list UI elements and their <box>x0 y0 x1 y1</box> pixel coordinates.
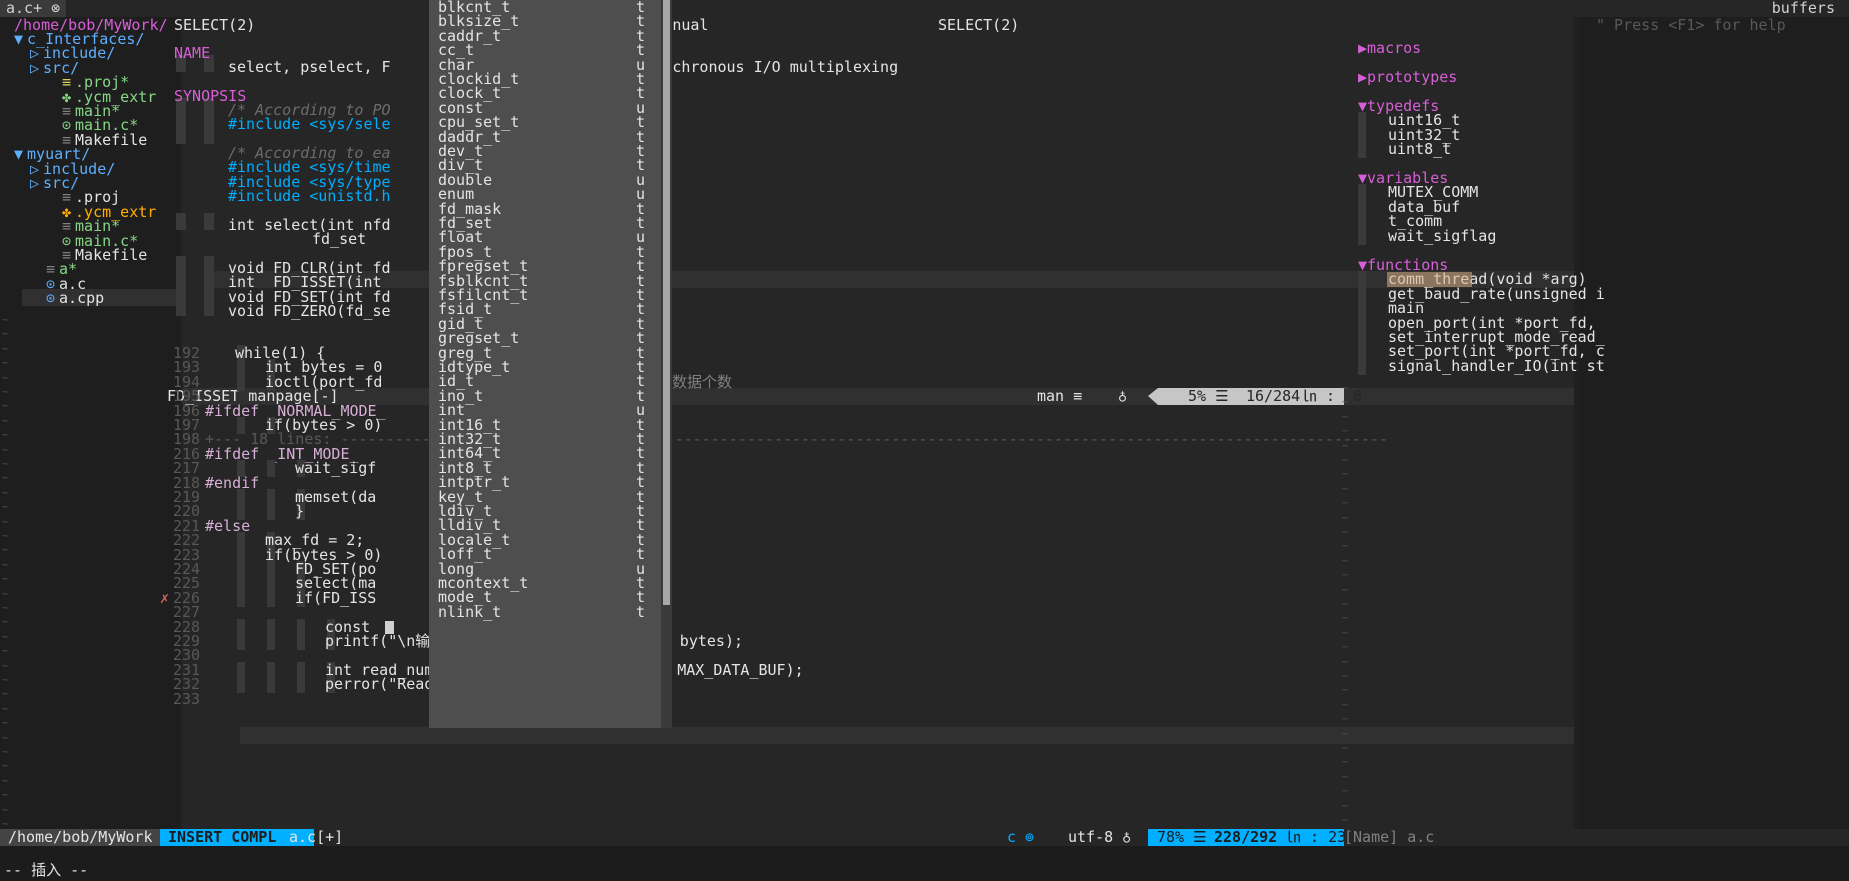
mode-label: INSERT COMPL <box>168 828 277 846</box>
indent-guide <box>237 373 245 391</box>
tagbar-status: [Name] a.c <box>1344 828 1435 846</box>
status-cwd: /home/bob/MyWork <box>8 828 153 846</box>
node-label: a.cpp <box>59 289 105 308</box>
line-number: 233 <box>173 689 201 708</box>
main-statusline: /home/bob/MyWork INSERT COMPL a.c[+] c ⊚… <box>0 829 1849 846</box>
tagbar-item[interactable]: wait_sigflag <box>1388 227 1496 245</box>
code-line[interactable]: +--- 18 lines: -------------------------… <box>205 431 1388 448</box>
man-header-right: SELECT(2) <box>938 16 1020 34</box>
buffers-label[interactable]: buffers <box>1764 0 1849 17</box>
node-label: Makefile <box>75 246 148 264</box>
completion-item[interactable]: nlink_t <box>438 603 501 621</box>
indent-guide <box>267 589 275 607</box>
indent-guide <box>204 126 214 144</box>
nerdtree-node[interactable]: ⊙ a.cpp <box>46 290 104 307</box>
code-line[interactable]: #endif <box>205 474 259 492</box>
status-filetype: c ⊚ <box>1007 828 1035 846</box>
indent-guide <box>1358 141 1366 159</box>
tabline: a.c+ ⊗ buffers <box>0 0 1849 17</box>
man-status-col: ㏑ : 8 <box>1302 387 1363 405</box>
node-icon: ▷ <box>30 58 40 77</box>
node-icon: ▼ <box>14 145 24 164</box>
code-line[interactable]: } <box>295 503 304 520</box>
indent-guide <box>297 676 305 694</box>
indent-guide <box>176 299 186 317</box>
status-percent: 78% ☰ <box>1157 828 1207 846</box>
tagbar-help: " Press <F1> for help <box>1596 16 1786 34</box>
code-line[interactable]: ioctl(port_fd <box>265 373 382 391</box>
indent-guide <box>267 503 275 521</box>
code-line[interactable]: memset(da <box>295 489 376 506</box>
code-line[interactable]: wait_sigf <box>295 460 376 477</box>
indent-guide <box>237 633 245 650</box>
status-col: ㏑ : 23 <box>1286 828 1347 846</box>
man-header-left: SELECT(2) <box>174 16 256 34</box>
code-line[interactable]: if(FD_ISS <box>295 589 376 607</box>
cursorline <box>240 727 1574 744</box>
indent-guide <box>176 213 186 230</box>
indent-guide <box>237 676 245 694</box>
tagbar-group-prototypes[interactable]: ▶prototypes <box>1358 69 1457 86</box>
tag-highlight <box>1387 272 1472 287</box>
tagbar-group-label: macros <box>1367 39 1422 57</box>
man-text-line: fd_set <box>312 230 367 248</box>
indent-guide <box>297 633 305 650</box>
indent-guide <box>176 126 186 144</box>
man-statusline: FD_ISSET manpage[-] man ≡ ♁ 5% ☰ 16/284 … <box>167 387 1574 405</box>
node-icon: ⊙ <box>46 289 56 308</box>
indent-guide <box>267 460 275 478</box>
man-status-ft: man ≡ <box>1037 387 1083 405</box>
man-status-enc-icon: ♁ <box>1118 387 1128 405</box>
fold-triangle-icon: ▶ <box>1358 68 1368 86</box>
mode-message: -- 插入 -- <box>4 861 89 879</box>
indent-guide <box>267 633 275 650</box>
filler-tilde: ~ <box>1342 815 1349 826</box>
tagbar-item[interactable]: uint8_t <box>1388 141 1451 158</box>
status-encoding: utf-8 ♁ <box>1068 828 1132 846</box>
indent-guide <box>204 299 214 317</box>
man-status-pos: 16/284 <box>1246 387 1301 405</box>
node-icon: ▼ <box>14 30 24 48</box>
tab-label: a.c+ <box>6 0 43 17</box>
man-text-line: #include <sys/sele <box>228 115 391 133</box>
tagbar-group-macros[interactable]: ▶macros <box>1358 40 1421 57</box>
man-status-arrow <box>1148 388 1158 405</box>
error-sign-icon: ✗ <box>160 588 170 607</box>
man-text-line: select, pselect, F <box>228 58 391 76</box>
popup-scrollbar-thumb[interactable] <box>663 0 670 605</box>
status-pos: 228/292 <box>1214 828 1278 846</box>
indent-guide <box>204 213 214 230</box>
tagbar-item[interactable]: signal_handler_IO(int st <box>1388 357 1605 375</box>
status-file: a.c[+] <box>289 828 344 846</box>
tab-close-icon[interactable]: ⊗ <box>51 0 60 17</box>
node-icon: ▷ <box>30 174 40 192</box>
tagbar-group-label: prototypes <box>1367 68 1458 86</box>
code-editor-window[interactable] <box>182 405 1574 829</box>
indent-guide <box>1358 227 1366 245</box>
command-line[interactable]: -- 插入 -- <box>0 846 1849 881</box>
man-status-percent: 5% ☰ <box>1188 387 1229 405</box>
completion-kind: t <box>636 602 646 621</box>
man-name-heading: NAME <box>174 44 211 62</box>
tab-a-c[interactable]: a.c+ ⊗ <box>0 0 67 17</box>
fold-triangle-icon: ▶ <box>1358 39 1368 57</box>
indent-guide <box>237 589 245 607</box>
man-text-line: #include <unistd.h <box>228 187 391 205</box>
man-text-line: void FD_ZERO(fd_se <box>228 302 391 320</box>
indent-guide <box>267 676 275 694</box>
tagbar-pane[interactable] <box>1580 17 1849 829</box>
indent-guide <box>1358 357 1366 375</box>
